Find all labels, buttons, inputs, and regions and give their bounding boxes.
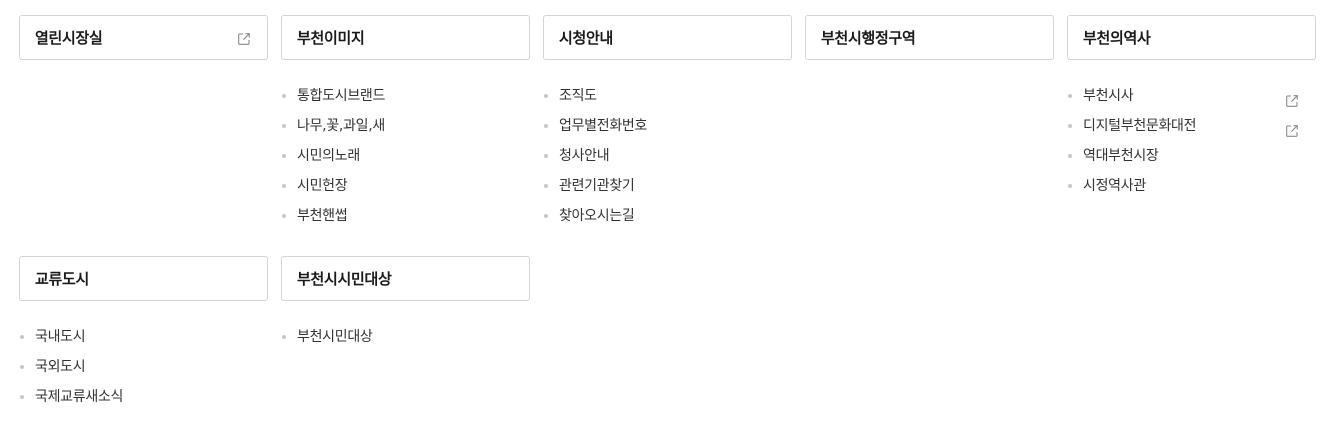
submenu-link-label: 역대부천시장 bbox=[1083, 148, 1159, 164]
submenu-list: 국내도시국외도시국제교류새소식 bbox=[19, 301, 268, 412]
menu-column: 부천의역사부천시사디지털부천문화대전역대부천시장시정역사관 bbox=[1067, 15, 1316, 231]
submenu-link[interactable]: 국외도시 bbox=[19, 352, 268, 382]
menu-category-button[interactable]: 시청안내 bbox=[543, 15, 792, 60]
submenu-link-label: 국외도시 bbox=[35, 359, 86, 375]
submenu-link[interactable]: 조직도 bbox=[543, 81, 792, 111]
submenu-link[interactable]: 시정역사관 bbox=[1067, 171, 1316, 201]
submenu-link-label: 조직도 bbox=[559, 88, 597, 104]
menu-category-title: 시청안내 bbox=[559, 29, 614, 47]
menu-category-title: 부천이미지 bbox=[297, 29, 365, 47]
submenu-link[interactable]: 통합도시브랜드 bbox=[281, 81, 530, 111]
menu-category-button[interactable]: 교류도시 bbox=[19, 256, 268, 301]
submenu-link-label: 시민의노래 bbox=[297, 148, 360, 164]
submenu-link[interactable]: 부천시사 bbox=[1067, 81, 1316, 111]
submenu-link[interactable]: 관련기관찾기 bbox=[543, 171, 792, 201]
submenu-link-label: 관련기관찾기 bbox=[559, 178, 635, 194]
sitemap-menu-grid: 열린시장실 부천이미지 통합도시브랜드 나무,꽃,과일,새 시민의노래 시민헌장 부천핸썹 시… bbox=[19, 15, 1319, 412]
menu-category-title: 교류도시 bbox=[35, 270, 90, 288]
submenu-link-label: 국제교류새소식 bbox=[35, 389, 124, 405]
submenu-link[interactable]: 업무별전화번호 bbox=[543, 111, 792, 141]
submenu-link-label: 국내도시 bbox=[35, 329, 86, 345]
menu-category-button[interactable]: 부천시행정구역 bbox=[805, 15, 1054, 60]
submenu-list: 통합도시브랜드나무,꽃,과일,새시민의노래시민헌장부천핸썹 bbox=[281, 60, 530, 231]
submenu-link-label: 청사안내 bbox=[559, 148, 610, 164]
menu-column: 교류도시국내도시국외도시국제교류새소식 bbox=[19, 256, 268, 412]
submenu-link[interactable]: 국제교류새소식 bbox=[19, 382, 268, 412]
menu-category-title: 부천의역사 bbox=[1083, 29, 1151, 47]
submenu-link[interactable]: 찾아오시는길 bbox=[543, 201, 792, 231]
submenu-link-label: 시민헌장 bbox=[297, 178, 348, 194]
submenu-link[interactable]: 청사안내 bbox=[543, 141, 792, 171]
menu-column: 부천이미지통합도시브랜드나무,꽃,과일,새시민의노래시민헌장부천핸썹 bbox=[281, 15, 530, 231]
external-link-icon bbox=[1285, 89, 1299, 107]
submenu-list: 부천시사디지털부천문화대전역대부천시장시정역사관 bbox=[1067, 60, 1316, 201]
menu-category-title: 부천시행정구역 bbox=[821, 29, 916, 47]
submenu-link-label: 시정역사관 bbox=[1083, 178, 1146, 194]
menu-column: 열린시장실 bbox=[19, 15, 268, 231]
menu-category-title: 부천시시민대상 bbox=[297, 270, 392, 288]
menu-category-button[interactable]: 열린시장실 bbox=[19, 15, 268, 60]
menu-category-title: 열린시장실 bbox=[35, 29, 103, 47]
submenu-link-label: 나무,꽃,과일,새 bbox=[297, 118, 385, 134]
menu-column: 시청안내조직도업무별전화번호청사안내관련기관찾기찾아오시는길 bbox=[543, 15, 792, 231]
menu-category-button[interactable]: 부천시시민대상 bbox=[281, 256, 530, 301]
submenu-link[interactable]: 국내도시 bbox=[19, 322, 268, 352]
submenu-link[interactable]: 나무,꽃,과일,새 bbox=[281, 111, 530, 141]
submenu-list: 조직도업무별전화번호청사안내관련기관찾기찾아오시는길 bbox=[543, 60, 792, 231]
menu-row: 열린시장실 부천이미지 통합도시브랜드 나무,꽃,과일,새 시민의노래 시민헌장 부천핸썹 시… bbox=[19, 15, 1319, 231]
submenu-link[interactable]: 디지털부천문화대전 bbox=[1067, 111, 1316, 141]
submenu-link[interactable]: 부천시민대상 bbox=[281, 322, 530, 352]
submenu-link-label: 부천핸썹 bbox=[297, 208, 348, 224]
submenu-link-label: 부천시사 bbox=[1083, 88, 1134, 104]
submenu-link-label: 찾아오시는길 bbox=[559, 208, 635, 224]
submenu-link[interactable]: 역대부천시장 bbox=[1067, 141, 1316, 171]
external-link-icon bbox=[1285, 119, 1299, 137]
submenu-list: 부천시민대상 bbox=[281, 301, 530, 352]
submenu-link[interactable]: 부천핸썹 bbox=[281, 201, 530, 231]
menu-column: 부천시시민대상부천시민대상 bbox=[281, 256, 530, 412]
submenu-link-label: 통합도시브랜드 bbox=[297, 88, 386, 104]
menu-row: 교류도시 국내도시 국외도시 국제교류새소식 부천시시민대상 부천시민대상 bbox=[19, 256, 1319, 412]
external-link-icon bbox=[237, 31, 251, 45]
menu-category-button[interactable]: 부천이미지 bbox=[281, 15, 530, 60]
submenu-link[interactable]: 시민헌장 bbox=[281, 171, 530, 201]
menu-column: 부천시행정구역 bbox=[805, 15, 1054, 231]
menu-category-button[interactable]: 부천의역사 bbox=[1067, 15, 1316, 60]
submenu-link-label: 업무별전화번호 bbox=[559, 118, 648, 134]
submenu-link[interactable]: 시민의노래 bbox=[281, 141, 530, 171]
submenu-link-label: 디지털부천문화대전 bbox=[1083, 118, 1197, 134]
submenu-link-label: 부천시민대상 bbox=[297, 329, 373, 345]
